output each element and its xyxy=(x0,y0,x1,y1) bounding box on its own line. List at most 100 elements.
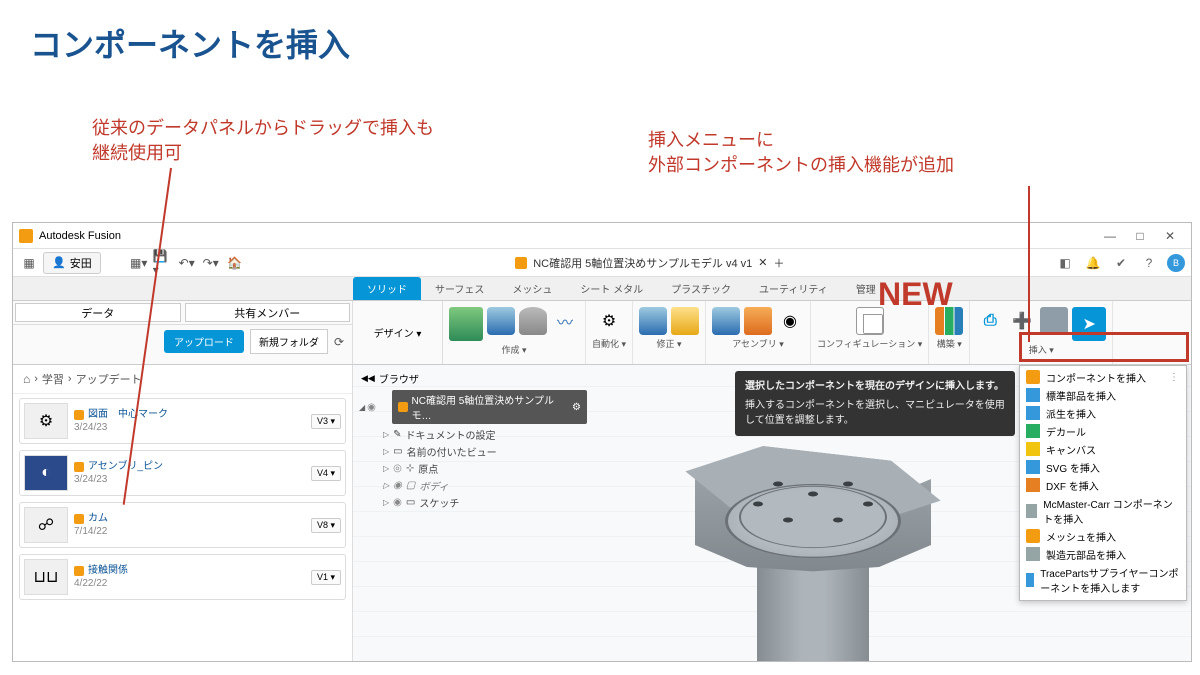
sweep-icon[interactable]: 〰 xyxy=(551,307,579,335)
job-status-icon[interactable]: ✔ xyxy=(1111,253,1131,273)
item-title: 図面 中心マーク xyxy=(88,408,168,421)
data-item[interactable]: ⚙ 図面 中心マーク 3/24/23 V3 ▾ xyxy=(19,398,346,444)
avatar[interactable]: B xyxy=(1167,254,1185,272)
data-tab-data[interactable]: データ xyxy=(15,303,181,322)
press-pull-icon[interactable] xyxy=(671,307,699,335)
revolve-icon[interactable] xyxy=(519,307,547,335)
tab-solid[interactable]: ソリッド xyxy=(353,277,421,300)
automate-icon[interactable]: ⚙ xyxy=(595,307,623,335)
version-badge[interactable]: V1 ▾ xyxy=(311,570,341,585)
traceparts-icon xyxy=(1026,573,1034,587)
home-icon[interactable]: ⌂ xyxy=(23,372,30,386)
more-icon[interactable]: ⋮ xyxy=(1169,372,1180,383)
window-close-button[interactable]: ✕ xyxy=(1155,229,1185,243)
insert-image-icon[interactable] xyxy=(1040,307,1068,335)
fillet-icon[interactable] xyxy=(639,307,667,335)
menu-item-traceparts[interactable]: TracePartsサプライヤーコンポーネントを挿入します xyxy=(1020,563,1186,596)
data-panel: ⌂ › 学習 › アップデート ⚙ 図面 中心マーク 3/24/23 V3 ▾ … xyxy=(13,365,353,661)
browser-item-sketches[interactable]: ▷◉▭スケッチ xyxy=(357,494,587,511)
data-item[interactable]: ⊔⊔ 接触関係 4/22/22 V1 ▾ xyxy=(19,554,346,600)
upload-button[interactable]: アップロード xyxy=(164,330,244,353)
extensions-icon[interactable]: ◧ xyxy=(1055,253,1075,273)
home-icon[interactable]: 🏠 xyxy=(225,253,245,273)
sketch-icon[interactable] xyxy=(449,307,483,341)
decal-icon xyxy=(1026,424,1040,438)
menu-item-insert-component[interactable]: コンポーネントを挿入 ⋮ xyxy=(1020,368,1186,386)
menu-item-canvas[interactable]: キャンバス xyxy=(1020,440,1186,458)
new-folder-button[interactable]: 新規フォルダ xyxy=(250,329,328,354)
visibility-icon[interactable]: ◉ xyxy=(367,402,376,413)
ribbon-group-create: 〰 作成 ▾ xyxy=(443,301,586,364)
redo-icon[interactable]: ↷▾ xyxy=(201,253,221,273)
menu-item-mcmaster[interactable]: McMaster-Carr コンポーネントを挿入 xyxy=(1020,494,1186,527)
data-tab-shared[interactable]: 共有メンバー xyxy=(185,303,351,322)
cube-icon xyxy=(398,402,408,412)
menu-item-insert-derive[interactable]: 派生を挿入 xyxy=(1020,404,1186,422)
mcmaster-icon xyxy=(1026,504,1037,518)
data-item[interactable]: ◐ アセンブリ_ピン 3/24/23 V4 ▾ xyxy=(19,450,346,496)
menu-item-insert-standard[interactable]: 標準部品を挿入 xyxy=(1020,386,1186,404)
refresh-icon[interactable]: ⟳ xyxy=(334,335,344,349)
tab-utility[interactable]: ユーティリティ xyxy=(745,277,842,300)
insert-component-icon[interactable]: ➕ xyxy=(1008,307,1036,335)
annotation-line-right xyxy=(1028,186,1030,342)
joint-origin-icon[interactable]: ◉ xyxy=(776,307,804,335)
ribbon-label-automate: 自動化 ▾ xyxy=(592,335,626,350)
component-icon xyxy=(1026,370,1040,384)
menu-item-decal[interactable]: デカール xyxy=(1020,422,1186,440)
breadcrumb-learn[interactable]: 学習 xyxy=(42,371,64,387)
file-menu-icon[interactable]: ▦▾ xyxy=(129,253,149,273)
data-panel-toggle-icon[interactable]: ▦ xyxy=(19,253,39,273)
close-tab-icon[interactable]: ✕ xyxy=(758,256,767,269)
topbar: ▦ 👤 安田 ▦▾ 💾▾ ↶▾ ↷▾ 🏠 NC確認用 5軸位置決めサンプルモデル… xyxy=(13,249,1191,277)
canvas-area[interactable]: ◀◀ ブラウザ ◢ ◉ NC確認用 5軸位置決めサンプルモ… ⚙ ▷✎ドキュメン… xyxy=(353,365,1191,661)
insert-derive-icon[interactable]: ⎙ xyxy=(976,307,1004,335)
joint-icon[interactable] xyxy=(744,307,772,335)
browser-item-namedviews[interactable]: ▷▭名前の付いたビュー xyxy=(357,443,587,460)
version-badge[interactable]: V8 ▾ xyxy=(311,518,341,533)
browser-root[interactable]: NC確認用 5軸位置決めサンプルモ… ⚙ xyxy=(392,390,587,424)
data-panel-header: データ 共有メンバー アップロード 新規フォルダ ⟳ xyxy=(13,301,353,364)
version-badge[interactable]: V3 ▾ xyxy=(311,414,341,429)
component-icon[interactable] xyxy=(712,307,740,335)
chevron-right-icon: › xyxy=(34,373,38,385)
standard-part-icon xyxy=(1026,388,1040,402)
ribbon-group-assembly: ◉ アセンブリ ▾ xyxy=(706,301,811,364)
item-date: 7/14/22 xyxy=(74,525,305,538)
browser-item-origin[interactable]: ▷◎⊹原点 xyxy=(357,460,587,477)
tab-sheetmetal[interactable]: シート メタル xyxy=(566,277,657,300)
tab-mesh[interactable]: メッシュ xyxy=(498,277,566,300)
menu-item-svg[interactable]: SVG を挿入 xyxy=(1020,458,1186,476)
design-dropdown[interactable]: デザイン ▾ xyxy=(353,301,443,364)
undo-icon[interactable]: ↶▾ xyxy=(177,253,197,273)
window-maximize-button[interactable]: □ xyxy=(1125,229,1155,243)
ribbon-label-create: 作成 ▾ xyxy=(501,341,526,356)
notifications-icon[interactable]: 🔔 xyxy=(1083,253,1103,273)
annotation-right: 挿入メニューに 外部コンポーネントの挿入機能が追加 xyxy=(648,128,954,178)
browser-item-docsettings[interactable]: ▷✎ドキュメントの設定 xyxy=(357,426,587,443)
tree-toggle-icon[interactable]: ◢ xyxy=(359,403,365,412)
tab-plastic[interactable]: プラスチック xyxy=(657,277,745,300)
cube-icon xyxy=(74,566,84,576)
document-title[interactable]: NC確認用 5軸位置決めサンプルモデル v4 v1 ✕ ＋ xyxy=(249,255,1051,271)
thumbnail-icon: ⊔⊔ xyxy=(24,559,68,595)
add-tab-icon[interactable]: ＋ xyxy=(774,255,785,271)
window-minimize-button[interactable]: — xyxy=(1095,229,1125,243)
extrude-icon[interactable] xyxy=(487,307,515,335)
browser-item-bodies[interactable]: ▷◉▢ボディ xyxy=(357,477,587,494)
browser-panel: ◀◀ ブラウザ ◢ ◉ NC確認用 5軸位置決めサンプルモ… ⚙ ▷✎ドキュメン… xyxy=(357,369,587,511)
data-item[interactable]: ☍ カム 7/14/22 V8 ▾ xyxy=(19,502,346,548)
tooltip-line2: 挿入するコンポーネントを選択し、マニピュレータを使用して位置を調整します。 xyxy=(745,398,1005,428)
menu-item-manufacturer[interactable]: 製造元部品を挿入 xyxy=(1020,545,1186,563)
annotation-left: 従来のデータパネルからドラッグで挿入も 継続使用可 xyxy=(92,116,434,166)
breadcrumb-update[interactable]: アップデート xyxy=(76,371,142,387)
gear-icon[interactable]: ⚙ xyxy=(572,402,581,413)
thumbnail-icon: ⚙ xyxy=(24,403,68,439)
tab-surface[interactable]: サーフェス xyxy=(421,277,498,300)
help-icon[interactable]: ? xyxy=(1139,253,1159,273)
menu-item-dxf[interactable]: DXF を挿入 xyxy=(1020,476,1186,494)
menu-item-insert-mesh[interactable]: メッシュを挿入 xyxy=(1020,527,1186,545)
version-badge[interactable]: V4 ▾ xyxy=(311,466,341,481)
browser-collapse-icon[interactable]: ◀◀ xyxy=(361,373,375,384)
user-badge[interactable]: 👤 安田 xyxy=(43,252,101,274)
